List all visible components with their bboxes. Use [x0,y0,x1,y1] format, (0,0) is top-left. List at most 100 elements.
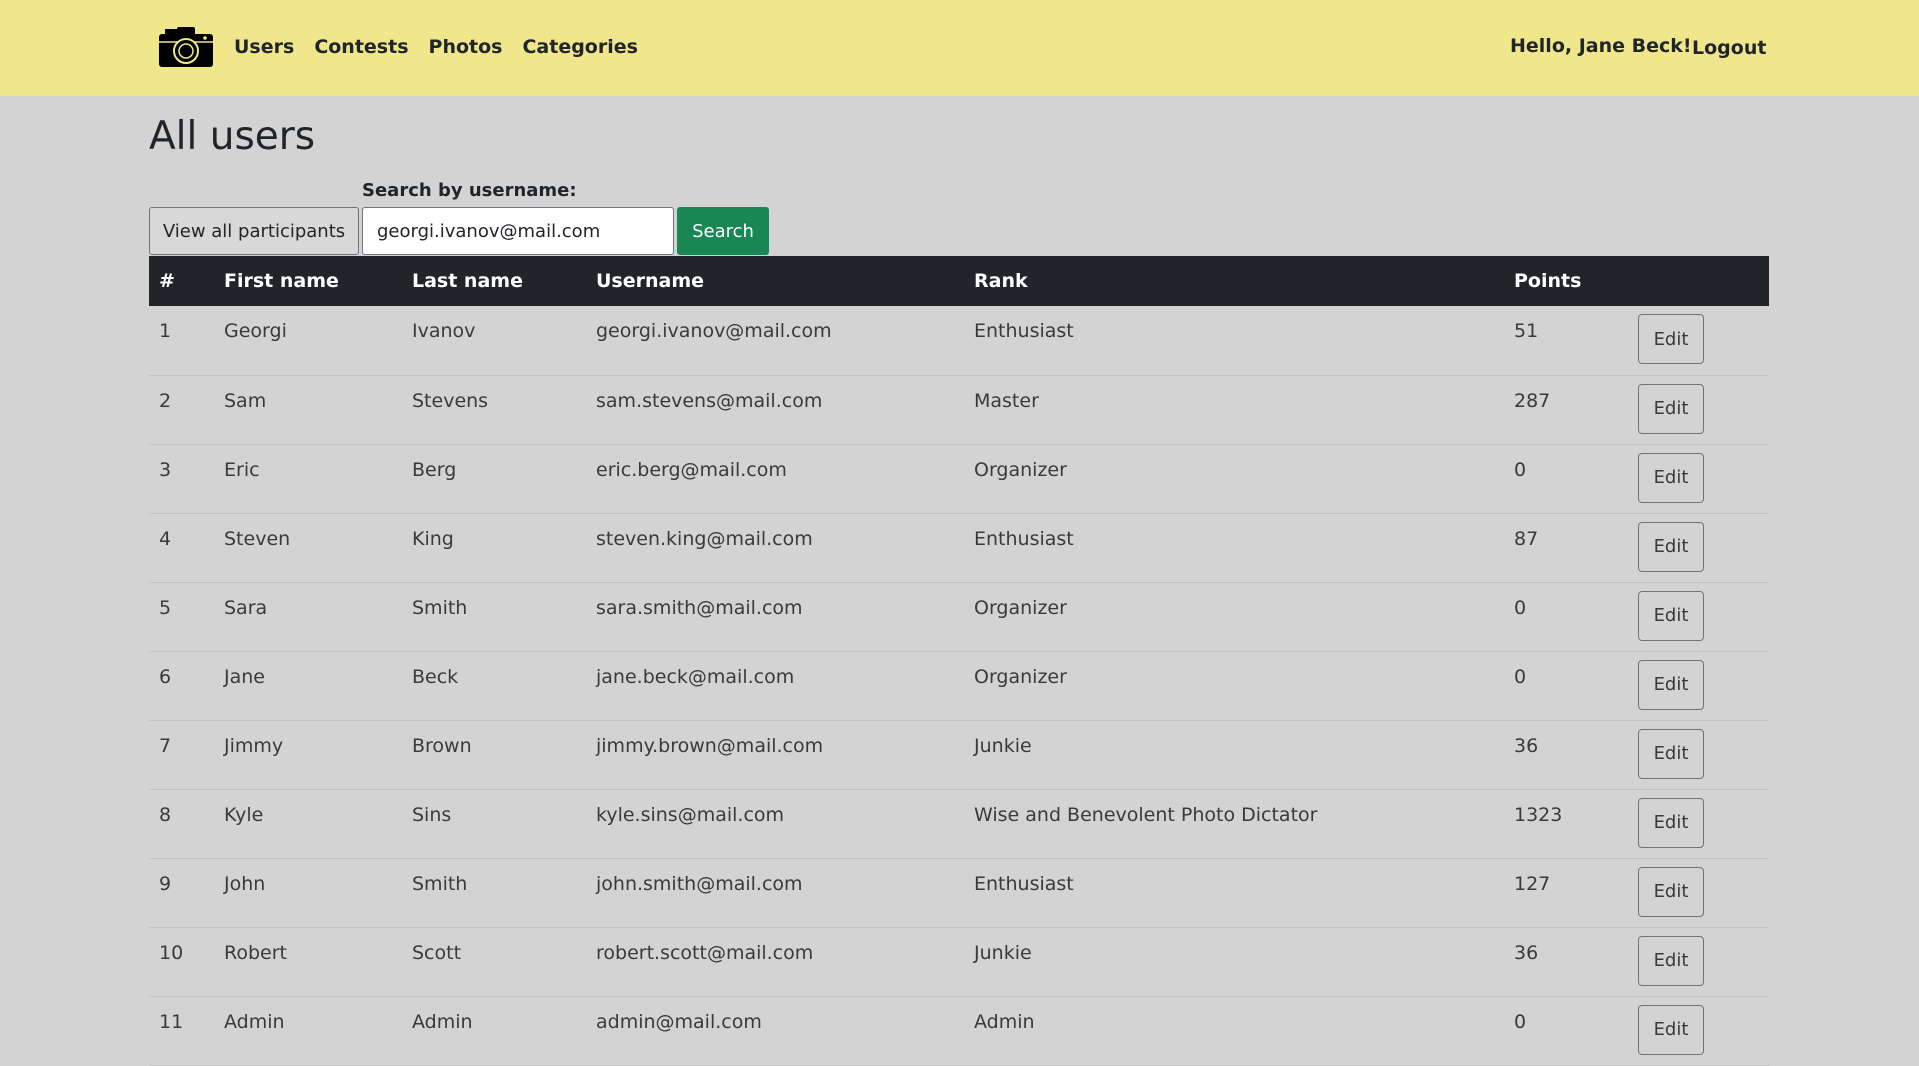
cell-points: 36 [1514,734,1539,757]
cell-number: 9 [159,872,172,895]
search-username-input[interactable] [362,207,674,255]
column-header-points: Points [1514,270,1582,292]
cell-last-name: Brown [412,734,472,757]
cell-rank: Junkie [974,941,1032,964]
search-button[interactable]: Search [677,207,769,255]
edit-user-button[interactable]: Edit [1638,452,1704,503]
cell-first-name: Steven [224,527,291,550]
cell-last-name: Ivanov [412,320,476,342]
column-header-first-name: First name [224,270,339,292]
users-table: # First name Last name Username Rank Poi… [149,256,1769,1066]
nav-categories-link[interactable]: Categories [522,36,637,58]
cell-points: 51 [1514,320,1539,342]
column-header-rank: Rank [974,270,1028,292]
cell-number: 3 [159,458,172,481]
cell-points: 0 [1514,1010,1527,1033]
cell-first-name: Jane [224,665,265,688]
cell-actions: Edit [1628,444,1769,513]
cell-username: john.smith@mail.com [596,872,803,895]
cell-actions: Edit [1628,789,1769,858]
cell-number: 2 [159,389,172,412]
cell-username: jimmy.brown@mail.com [596,734,824,757]
column-header-number: # [159,270,175,292]
column-header-last-name: Last name [412,270,523,292]
table-row: 9 John Smith john.smith@mail.com Enthusi… [149,858,1769,927]
cell-first-name: Robert [224,941,287,964]
cell-last-name: King [412,527,454,550]
cell-rank: Master [974,389,1039,412]
edit-user-button[interactable]: Edit [1638,1004,1704,1055]
cell-last-name: Scott [412,941,462,964]
cell-actions: Edit [1628,651,1769,720]
edit-user-button[interactable]: Edit [1638,659,1704,710]
cell-rank: Admin [974,1010,1035,1033]
cell-username: steven.king@mail.com [596,527,813,550]
nav-photos-link[interactable]: Photos [429,36,503,58]
cell-number: 11 [159,1010,184,1033]
cell-first-name: Jimmy [224,734,284,757]
cell-last-name: Beck [412,665,459,688]
cell-first-name: Sara [224,596,268,619]
cell-actions: Edit [1628,927,1769,996]
cell-number: 8 [159,803,172,826]
edit-user-button[interactable]: Edit [1638,935,1704,986]
search-label: Search by username: [362,180,577,201]
cell-first-name: Kyle [224,803,264,826]
cell-actions: Edit [1628,858,1769,927]
edit-user-button[interactable]: Edit [1638,866,1704,917]
cell-number: 5 [159,596,172,619]
cell-last-name: Berg [412,458,457,481]
edit-user-button[interactable]: Edit [1638,590,1704,641]
cell-first-name: Georgi [224,320,287,342]
cell-number: 10 [159,941,184,964]
main-nav: Users Contests Photos Categories [234,36,638,58]
cell-rank: Enthusiast [974,527,1074,550]
cell-last-name: Admin [412,1010,473,1033]
cell-rank: Junkie [974,734,1032,757]
cell-points: 87 [1514,527,1539,550]
cell-username: kyle.sins@mail.com [596,803,785,826]
cell-actions: Edit [1628,306,1769,375]
cell-username: georgi.ivanov@mail.com [596,320,832,342]
cell-points: 0 [1514,665,1527,688]
cell-username: sara.smith@mail.com [596,596,803,619]
cell-username: sam.stevens@mail.com [596,389,823,412]
top-navbar: Users Contests Photos Categories Hello, … [0,0,1919,96]
cell-username: eric.berg@mail.com [596,458,787,481]
cell-number: 6 [159,665,172,688]
table-row: 5 Sara Smith sara.smith@mail.com Organiz… [149,582,1769,651]
cell-actions: Edit [1628,513,1769,582]
edit-user-button[interactable]: Edit [1638,797,1704,848]
column-header-actions [1628,256,1769,306]
cell-rank: Organizer [974,665,1067,688]
cell-rank: Enthusiast [974,872,1074,895]
cell-username: jane.beck@mail.com [596,665,795,688]
table-row: 7 Jimmy Brown jimmy.brown@mail.com Junki… [149,720,1769,789]
cell-username: admin@mail.com [596,1010,762,1033]
column-header-username: Username [596,270,705,292]
edit-user-button[interactable]: Edit [1638,728,1704,779]
cell-points: 0 [1514,596,1527,619]
logout-link[interactable]: Logout [1692,37,1766,59]
table-header-row: # First name Last name Username Rank Poi… [149,256,1769,306]
nav-contests-link[interactable]: Contests [314,36,408,58]
cell-points: 36 [1514,941,1539,964]
cell-actions: Edit [1628,375,1769,444]
cell-last-name: Stevens [412,389,489,412]
camera-icon[interactable] [157,26,215,69]
edit-user-button[interactable]: Edit [1638,521,1704,572]
cell-first-name: Eric [224,458,260,481]
nav-users-link[interactable]: Users [234,36,294,58]
cell-number: 7 [159,734,172,757]
cell-actions: Edit [1628,996,1769,1065]
cell-points: 1323 [1514,803,1563,826]
table-row: 2 Sam Stevens sam.stevens@mail.com Maste… [149,375,1769,444]
cell-last-name: Smith [412,872,468,895]
table-row: 4 Steven King steven.king@mail.com Enthu… [149,513,1769,582]
cell-last-name: Sins [412,803,452,826]
edit-user-button[interactable]: Edit [1638,314,1704,364]
cell-number: 4 [159,527,172,550]
view-all-participants-button[interactable]: View all participants [149,207,359,255]
table-row: 3 Eric Berg eric.berg@mail.com Organizer… [149,444,1769,513]
edit-user-button[interactable]: Edit [1638,383,1704,434]
